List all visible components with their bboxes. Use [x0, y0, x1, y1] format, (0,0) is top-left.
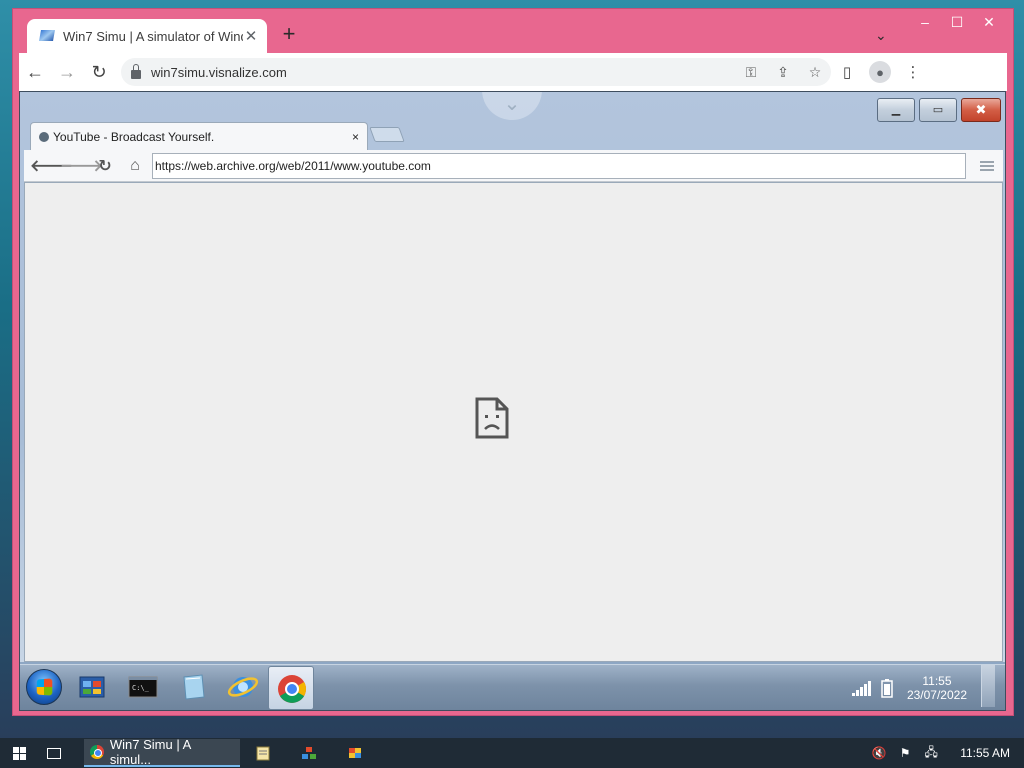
sim-home-icon[interactable]: ⌂	[120, 157, 150, 175]
sim-tab-title: YouTube - Broadcast Yourself.	[53, 129, 215, 144]
host-minimize-button[interactable]: ‒	[909, 9, 941, 35]
paint-app-pin-icon[interactable]	[332, 738, 378, 768]
svg-text:C:\_: C:\_	[132, 684, 150, 692]
network-icon[interactable]: 🖧	[918, 743, 944, 764]
sim-address-bar[interactable]: https://web.archive.org/web/2011/www.you…	[152, 152, 966, 179]
kebab-menu-icon[interactable]: ⋮	[897, 63, 929, 81]
host-task-label: Win7 Simu | A simul...	[109, 737, 191, 767]
sim-menu-icon[interactable]	[972, 160, 1002, 171]
sim-clock-date: 23/07/2022	[906, 688, 967, 702]
bookmark-star-icon[interactable]: ☆	[799, 64, 831, 81]
show-desktop-button[interactable]	[981, 665, 995, 707]
sim-window-controls: ▁ ▭ ✖	[877, 98, 1001, 122]
host-task-chrome-button[interactable]: Win7 Simu | A simul...	[84, 737, 240, 767]
host-address-bar[interactable]: win7simu.visnalize.com ⚿ ⇪ ☆	[121, 58, 831, 86]
action-center-flag-icon[interactable]: ⚑	[892, 746, 918, 760]
sim-system-tray: 11:55 23/07/2022	[851, 665, 995, 707]
task-view-icon[interactable]	[38, 738, 70, 768]
network-app-pin-icon[interactable]	[286, 738, 332, 768]
sim-forward-icon[interactable]: 🡒	[60, 155, 103, 176]
host-new-tab-button[interactable]: +	[277, 23, 301, 47]
chrome-taskbar-button[interactable]	[268, 666, 314, 710]
host-clock[interactable]: 11:55 AM	[960, 746, 1010, 760]
key-icon[interactable]: ⚿	[735, 64, 767, 81]
host-toolbar: ← → ↻ win7simu.visnalize.com ⚿ ⇪ ☆ ▯ ● ⋮	[19, 53, 1007, 91]
sim-taskbar: C:\_ 11:55 23/07/2022	[20, 664, 1005, 710]
host-tab-title: Win7 Simu | A simulator of Windows 7	[63, 28, 243, 44]
sim-tab-youtube[interactable]: YouTube - Broadcast Yourself. ×	[30, 122, 368, 150]
host-tab-close-icon[interactable]: ✕	[243, 27, 259, 45]
sim-close-button[interactable]: ✖	[961, 98, 1001, 122]
sim-minimize-button[interactable]: ▁	[877, 98, 915, 122]
signal-icon[interactable]	[851, 679, 873, 697]
sim-toolbar: 🡐 🡒 ↻ ⌂ https://web.archive.org/web/2011…	[24, 150, 1003, 182]
sim-clock-time: 11:55	[922, 674, 952, 688]
battery-icon[interactable]	[881, 678, 893, 698]
host-maximize-button[interactable]: ☐	[941, 9, 973, 35]
host-forward-icon[interactable]: →	[51, 62, 83, 83]
sim-maximize-button[interactable]: ▭	[919, 98, 957, 122]
host-browser-window: Win7 Simu | A simulator of Windows 7 ✕ +…	[12, 8, 1014, 716]
sim-reload-icon[interactable]: ↻	[90, 156, 120, 176]
volume-muted-icon[interactable]: 🔇	[866, 746, 892, 760]
sim-new-tab-button[interactable]	[369, 127, 405, 142]
host-taskbar: Win7 Simu | A simul... 🔇 ⚑ 🖧 11:55 AM	[0, 737, 1024, 768]
sim-chrome-window: ▁ ▭ ✖ YouTube - Broadcast Yourself. × 🡐 …	[20, 92, 1005, 662]
side-panel-icon[interactable]: ▯	[831, 63, 863, 81]
win7-simulator-viewport: ▁ ▭ ✖ YouTube - Broadcast Yourself. × 🡐 …	[19, 91, 1006, 711]
host-window-controls: ‒ ☐ ✕	[909, 9, 1005, 37]
chrome-icon	[278, 675, 306, 703]
internet-explorer-icon[interactable]	[226, 671, 260, 703]
profile-avatar-icon[interactable]: ●	[869, 61, 891, 83]
host-close-button[interactable]: ✕	[973, 9, 1005, 35]
windows-start-icon[interactable]	[0, 738, 38, 768]
chrome-icon	[90, 745, 104, 759]
sad-page-error-icon	[475, 397, 509, 439]
host-tab-search-icon[interactable]: ⌄	[875, 27, 887, 44]
lock-icon[interactable]	[131, 63, 141, 79]
host-tab-strip: Win7 Simu | A simulator of Windows 7 ✕ +…	[13, 9, 1013, 53]
control-panel-icon[interactable]	[76, 671, 110, 703]
host-reload-icon[interactable]: ↻	[83, 62, 115, 83]
sim-page-content	[24, 182, 1003, 662]
command-prompt-icon[interactable]: C:\_	[126, 671, 160, 703]
sim-clock[interactable]: 11:55 23/07/2022	[907, 674, 967, 702]
win7simu-favicon-icon	[39, 29, 55, 43]
globe-icon	[39, 131, 49, 142]
sim-back-icon[interactable]: 🡐	[30, 155, 73, 176]
start-orb-icon[interactable]	[26, 669, 62, 705]
share-icon[interactable]: ⇪	[767, 64, 799, 81]
host-url-text: win7simu.visnalize.com	[151, 64, 287, 80]
sim-tab-close-icon[interactable]: ×	[352, 130, 359, 144]
host-tab-win7simu[interactable]: Win7 Simu | A simulator of Windows 7 ✕	[27, 19, 267, 53]
notepad-pin-icon[interactable]	[240, 738, 286, 768]
host-back-icon[interactable]: ←	[19, 62, 51, 83]
host-system-tray: 🔇 ⚑ 🖧 11:55 AM	[866, 738, 1024, 768]
notepad-icon[interactable]	[176, 671, 210, 703]
